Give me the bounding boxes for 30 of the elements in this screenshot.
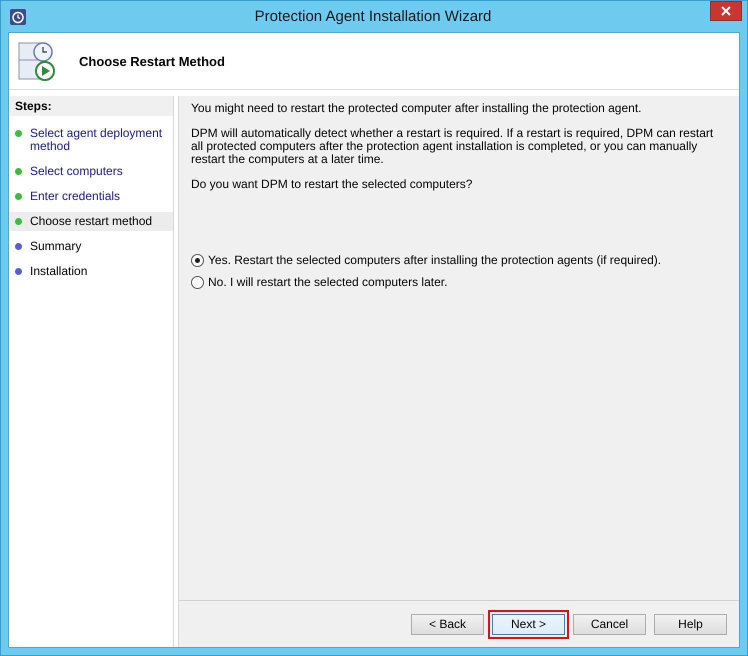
step-label: Select agent deployment method xyxy=(30,127,164,153)
step-item[interactable]: Choose restart method xyxy=(9,212,173,231)
step-label: Choose restart method xyxy=(30,215,152,228)
wizard-button[interactable]: < Back xyxy=(411,614,484,634)
instruction-text: You might need to restart the protected computer after installing the protection agent. xyxy=(191,102,642,115)
wizard-button[interactable]: Cancel xyxy=(573,614,646,634)
radio-button[interactable] xyxy=(191,276,204,288)
page-title: Choose Restart Method xyxy=(79,54,225,68)
step-label: Summary xyxy=(30,240,82,253)
instruction-text: Do you want DPM to restart the selected computers? xyxy=(191,178,474,191)
radio-label[interactable]: No. I will restart the selected computers later. xyxy=(208,275,448,289)
step-item[interactable]: Select computers xyxy=(9,162,173,181)
close-button[interactable] xyxy=(710,1,742,21)
step-item[interactable]: Installation xyxy=(9,262,173,281)
step-label: Installation xyxy=(30,265,88,278)
step-item[interactable]: Select agent deployment method xyxy=(9,124,173,156)
step-item[interactable]: Enter credentials xyxy=(9,187,173,206)
steps-heading: Steps: xyxy=(9,96,173,116)
wizard-button[interactable]: Help xyxy=(654,614,727,634)
app-icon xyxy=(10,8,26,24)
close-icon xyxy=(721,6,731,16)
instruction-text: DPM will automatically detect whether a restart is required. If a restart is required, DPM can restart all protected computers after the protection agent installation is completed, or you can manually restart the computers at a later time. xyxy=(191,127,714,166)
wizard-button[interactable]: Next > xyxy=(492,614,565,634)
step-label: Select computers xyxy=(30,165,123,178)
window-title: Protection Agent Installation Wizard xyxy=(254,8,492,25)
server-clock-icon xyxy=(17,40,57,82)
radio-label[interactable]: Yes. Restart the selected computers after installing the protection agents (if required). xyxy=(208,253,662,267)
step-label: Enter credentials xyxy=(30,190,120,203)
step-item[interactable]: Summary xyxy=(9,237,173,256)
radio-button[interactable] xyxy=(191,254,204,266)
